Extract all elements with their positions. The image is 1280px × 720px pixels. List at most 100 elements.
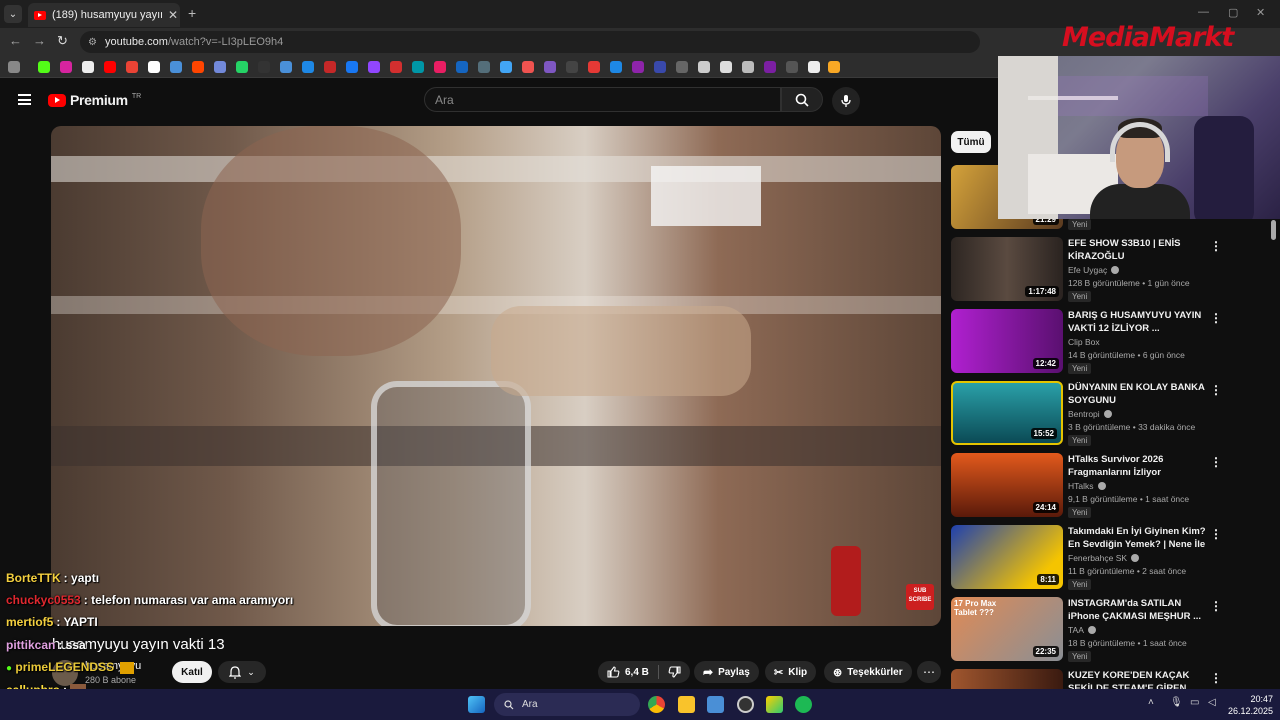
recommendation-item[interactable]: KUZEY KORE'DEN KAÇAK ŞEKİLDE STEAM'E GİR…: [951, 669, 1231, 689]
more-options-icon[interactable]: ⋮: [1210, 671, 1222, 685]
video-title[interactable]: BARIŞ G HUSAMYUYU YAYIN VAKTİ 12 İZLİYOR…: [1068, 309, 1210, 335]
bookmark-icon[interactable]: [522, 61, 534, 73]
video-title[interactable]: EFE SHOW S3B10 | ENİS KİRAZOĞLU: [1068, 237, 1210, 263]
bookmark-icon[interactable]: [808, 61, 820, 73]
channel-name[interactable]: HTalks: [1068, 481, 1094, 491]
app-icon[interactable]: [766, 696, 783, 713]
recommendation-item[interactable]: 1:17:48 EFE SHOW S3B10 | ENİS KİRAZOĞLU …: [951, 237, 1231, 303]
maximize-icon[interactable]: ▢: [1228, 6, 1238, 19]
recommendation-item[interactable]: 17 Pro Max Tablet ??? 22:35 INSTAGRAM'da…: [951, 597, 1231, 663]
video-title[interactable]: DÜNYANIN EN KOLAY BANKA SOYGUNU: [1068, 381, 1210, 407]
bookmark-icon[interactable]: [412, 61, 424, 73]
back-icon[interactable]: ←: [9, 33, 22, 48]
more-options-icon[interactable]: ⋮: [1210, 599, 1222, 613]
bookmark-icon[interactable]: [302, 61, 314, 73]
url-field[interactable]: ⚙ youtube.com /watch?v=-LI3pLEO9h4: [80, 31, 980, 53]
chrome-icon[interactable]: [648, 696, 665, 713]
bookmark-icon[interactable]: [566, 61, 578, 73]
folder-icon[interactable]: [828, 61, 840, 73]
more-options-icon[interactable]: ⋮: [1210, 383, 1222, 397]
bookmark-icon[interactable]: [148, 61, 160, 73]
channel-name[interactable]: TAA: [1068, 625, 1084, 635]
bookmark-icon[interactable]: [588, 61, 600, 73]
bookmark-icon[interactable]: [126, 61, 138, 73]
more-options-icon[interactable]: ⋮: [1210, 527, 1222, 541]
video-thumbnail[interactable]: 15:52: [951, 381, 1063, 445]
microphone-icon[interactable]: 🎙: [1170, 697, 1183, 708]
bookmark-icon[interactable]: [368, 61, 380, 73]
tab-list-button[interactable]: ⌄: [4, 5, 22, 23]
volume-icon[interactable]: ◁: [1208, 697, 1216, 708]
bookmark-icon[interactable]: [698, 61, 710, 73]
thumbs-down-icon[interactable]: [668, 666, 681, 678]
bookmark-icon[interactable]: [214, 61, 226, 73]
more-options-icon[interactable]: ⋮: [1210, 311, 1222, 325]
bookmark-icon[interactable]: [236, 61, 248, 73]
video-thumbnail[interactable]: 1:17:48: [951, 237, 1063, 301]
more-options-icon[interactable]: ⋮: [1210, 239, 1222, 253]
bookmark-icon[interactable]: [654, 61, 666, 73]
bookmark-icon[interactable]: [456, 61, 468, 73]
bookmark-icon[interactable]: [500, 61, 512, 73]
bookmark-icon[interactable]: [434, 61, 446, 73]
channel-name[interactable]: Fenerbahçe SK: [1068, 553, 1127, 563]
recommendation-item[interactable]: 24:14 HTalks Survivor 2026 Fragmanlarını…: [951, 453, 1231, 519]
video-thumbnail[interactable]: 12:42: [951, 309, 1063, 373]
bookmark-icon[interactable]: [346, 61, 358, 73]
new-tab-icon[interactable]: +: [188, 5, 196, 21]
subscribe-watermark[interactable]: SUB SCRIBE: [906, 584, 934, 610]
video-player[interactable]: SUB SCRIBE: [51, 126, 941, 626]
bookmark-icon[interactable]: [764, 61, 776, 73]
bookmark-icon[interactable]: [280, 61, 292, 73]
like-button[interactable]: 6,4 B: [607, 666, 649, 678]
chevron-up-icon[interactable]: ˄: [1148, 697, 1154, 708]
voice-search-button[interactable]: [832, 87, 860, 115]
bookmark-icon[interactable]: [676, 61, 688, 73]
site-info-icon[interactable]: ⚙: [88, 37, 97, 48]
close-tab-icon[interactable]: ✕: [168, 8, 178, 22]
forward-icon[interactable]: →: [33, 33, 46, 48]
more-options-icon[interactable]: ⋮: [1210, 455, 1222, 469]
bookmark-icon[interactable]: [720, 61, 732, 73]
photos-icon[interactable]: [707, 696, 724, 713]
channel-name[interactable]: Clip Box: [1068, 337, 1100, 347]
bookmark-icon[interactable]: [82, 61, 94, 73]
windows-start-icon[interactable]: [468, 696, 485, 713]
search-button[interactable]: [781, 87, 823, 112]
minimize-icon[interactable]: —: [1198, 6, 1209, 18]
bookmark-icon[interactable]: [544, 61, 556, 73]
bookmark-icon[interactable]: [258, 61, 270, 73]
file-explorer-icon[interactable]: [678, 696, 695, 713]
bookmark-icon[interactable]: [742, 61, 754, 73]
channel-name[interactable]: Efe Uygaç: [1068, 265, 1107, 275]
bookmark-icon[interactable]: [192, 61, 204, 73]
taskbar-clock[interactable]: 20:47 26.12.2025: [1228, 693, 1273, 717]
video-title[interactable]: Takımdaki En İyi Giyinen Kim? En Sevdiği…: [1068, 525, 1210, 551]
recommendation-item[interactable]: 12:42 BARIŞ G HUSAMYUYU YAYIN VAKTİ 12 İ…: [951, 309, 1231, 375]
obs-icon[interactable]: [737, 696, 754, 713]
video-thumbnail[interactable]: 24:14: [951, 453, 1063, 517]
bookmark-icon[interactable]: [60, 61, 72, 73]
video-thumbnail[interactable]: 17 Pro Max Tablet ??? 22:35: [951, 597, 1063, 661]
video-title[interactable]: INSTAGRAM'da SATILAN iPhone ÇAKMASI MEŞH…: [1068, 597, 1210, 623]
youtube-logo[interactable]: Premium TR: [48, 92, 141, 108]
bookmark-icon[interactable]: [390, 61, 402, 73]
chip-all[interactable]: Tümü: [951, 131, 991, 153]
video-thumbnail[interactable]: [951, 669, 1063, 689]
recommendation-item[interactable]: 15:52 DÜNYANIN EN KOLAY BANKA SOYGUNU Be…: [951, 381, 1231, 447]
thanks-button[interactable]: ⊛ Teşekkürler: [824, 661, 912, 683]
search-input[interactable]: Ara: [424, 87, 781, 112]
browser-tab-active[interactable]: (189) husamyuyu yayın vakti 13 ✕: [28, 3, 180, 27]
reload-icon[interactable]: ↻: [57, 33, 68, 49]
recommendation-item[interactable]: 8:11 Takımdaki En İyi Giyinen Kim? En Se…: [951, 525, 1231, 591]
bookmark-icon[interactable]: [170, 61, 182, 73]
taskbar-search[interactable]: Ara: [494, 693, 640, 716]
bookmark-icon[interactable]: [632, 61, 644, 73]
bookmark-icon[interactable]: [478, 61, 490, 73]
notification-bell-button[interactable]: ⌄: [218, 661, 266, 683]
bookmark-icon[interactable]: [38, 61, 50, 73]
scrollbar-thumb[interactable]: [1271, 220, 1276, 240]
menu-icon[interactable]: [18, 94, 31, 105]
apps-icon[interactable]: [8, 61, 20, 73]
video-title[interactable]: KUZEY KORE'DEN KAÇAK ŞEKİLDE STEAM'E GİR…: [1068, 669, 1210, 689]
